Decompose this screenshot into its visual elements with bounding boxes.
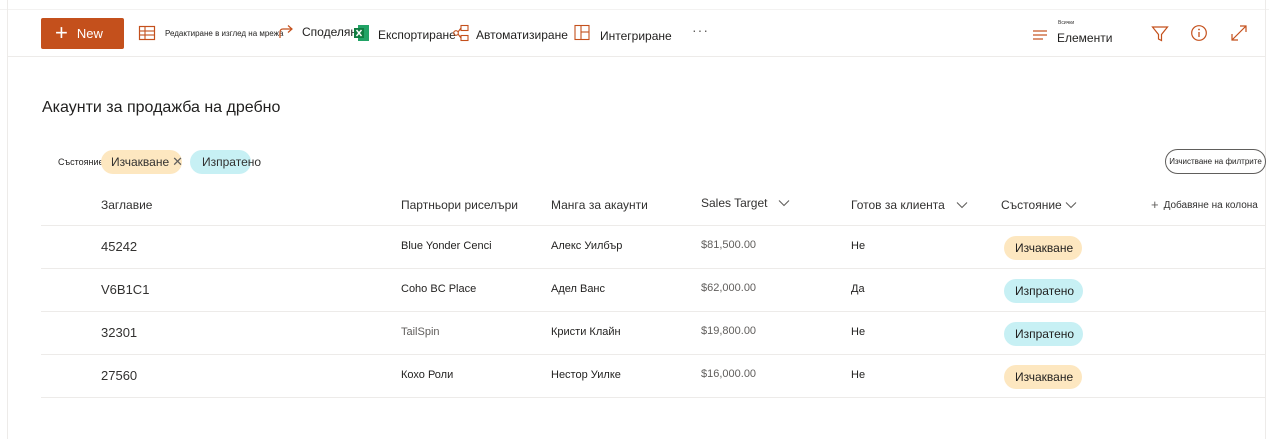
filter-label: Състояние: bbox=[58, 157, 107, 167]
column-header-label: Състояние bbox=[1001, 198, 1062, 212]
column-header-label: Sales Target bbox=[701, 196, 768, 210]
cell-partner: Coho BC Place bbox=[401, 283, 477, 295]
cell-sales-target: $81,500.00 bbox=[701, 239, 757, 251]
column-header-sales-target[interactable]: Sales Target bbox=[701, 196, 790, 210]
view-small-label: Всички bbox=[1058, 20, 1075, 26]
excel-icon bbox=[354, 25, 369, 41]
cell-manager: Нестор Уилке bbox=[551, 369, 621, 381]
expand-icon bbox=[1231, 25, 1247, 41]
export-label: Експортиране bbox=[378, 28, 456, 42]
view-selector[interactable]: Всички Елементи bbox=[1032, 20, 1113, 47]
share-icon bbox=[279, 25, 293, 38]
add-column-label: Добавяне на колона bbox=[1163, 200, 1258, 211]
cell-sales-target: $19,800.00 bbox=[701, 325, 757, 337]
clear-filters-button[interactable]: Изчистване на филтрите bbox=[1165, 149, 1266, 174]
cell-title[interactable]: 27560 bbox=[101, 368, 137, 383]
info-button[interactable] bbox=[1190, 24, 1208, 47]
automate-button[interactable]: Автоматизиране bbox=[452, 23, 568, 42]
cell-manager: Кристи Клайн bbox=[551, 326, 621, 338]
info-icon bbox=[1191, 25, 1207, 41]
column-header-partners[interactable]: Партньори риселъри bbox=[401, 198, 518, 212]
export-button[interactable]: Експортиране bbox=[354, 24, 456, 42]
filter-icon bbox=[1151, 26, 1169, 42]
edit-grid-label: Редактиране в изглед на мрежа bbox=[165, 28, 284, 38]
command-bar: + New Редактиране в изглед на мрежа Спод… bbox=[8, 11, 1265, 57]
column-header-title[interactable]: Заглавие bbox=[101, 198, 152, 212]
left-rail bbox=[0, 0, 8, 439]
filter-button[interactable] bbox=[1151, 25, 1169, 48]
top-border bbox=[0, 0, 1269, 10]
plus-icon: + bbox=[1151, 197, 1159, 212]
status-badge: Изпратено bbox=[1004, 322, 1084, 346]
integrate-button[interactable]: Интегриране bbox=[574, 23, 672, 43]
plus-icon: + bbox=[55, 19, 68, 45]
chevron-down-icon bbox=[1065, 202, 1077, 209]
status-badge: Изчакване bbox=[1004, 236, 1083, 260]
column-header-manager[interactable]: Мангa за акаунти bbox=[551, 198, 648, 212]
more-button[interactable]: ··· bbox=[692, 22, 709, 38]
column-header-ready[interactable]: Готов за клиента bbox=[851, 198, 968, 212]
cell-title[interactable]: V6B1C1 bbox=[101, 282, 149, 297]
integrate-label: Интегриране bbox=[600, 29, 672, 43]
share-button[interactable]: Споделяне bbox=[278, 23, 364, 41]
new-button-label: New bbox=[76, 26, 103, 41]
chevron-down-icon bbox=[956, 202, 968, 209]
filter-pill-label: Изчакване bbox=[111, 155, 170, 169]
cell-ready: Не bbox=[851, 326, 866, 338]
table-row[interactable]: 45242 Blue Yonder Cenci Алекс Уилбър $81… bbox=[41, 226, 1265, 269]
status-badge: Изпратено bbox=[1004, 279, 1084, 303]
scrollbar[interactable] bbox=[1265, 0, 1269, 439]
cell-sales-target: $16,000.00 bbox=[701, 368, 757, 380]
cell-title[interactable]: 45242 bbox=[101, 239, 137, 254]
column-header-status[interactable]: Състояние bbox=[1001, 198, 1077, 212]
edit-grid-button[interactable]: Редактиране в изглед на мрежа bbox=[138, 24, 283, 42]
page-title: Акаунти за продажба на дребно bbox=[42, 99, 281, 116]
column-header-label: Заглавие bbox=[101, 198, 153, 212]
view-options-icon bbox=[1033, 30, 1047, 40]
chevron-down-icon bbox=[778, 200, 789, 207]
cell-ready: Не bbox=[851, 369, 866, 381]
table-row[interactable]: 32301 TailSpin Кристи Клайн $19,800.00 Н… bbox=[41, 312, 1265, 355]
column-header-label: Готов за клиента bbox=[851, 198, 945, 212]
table-row[interactable]: V6B1C1 Coho BC Place Адел Ванс $62,000.0… bbox=[41, 269, 1265, 312]
automate-label: Автоматизиране bbox=[476, 28, 568, 42]
cell-ready: Да bbox=[851, 283, 865, 295]
table-row[interactable]: 27560 Кохо Роли Нестор Уилке $16,000.00 … bbox=[41, 355, 1265, 398]
cell-partner: Кохо Роли bbox=[401, 369, 454, 381]
filter-pill-sent[interactable]: Изпратено bbox=[190, 150, 261, 174]
grid-icon bbox=[138, 25, 156, 41]
cell-manager: Адел Ванс bbox=[551, 283, 606, 295]
integrate-icon bbox=[574, 24, 590, 41]
expand-button[interactable] bbox=[1230, 24, 1248, 47]
filter-pill-label: Изпратено bbox=[202, 155, 262, 169]
add-column-button[interactable]: + Добавяне на колона bbox=[1151, 197, 1258, 212]
cell-manager: Алекс Уилбър bbox=[551, 240, 623, 252]
new-button[interactable]: + New bbox=[41, 18, 124, 49]
cell-partner: Blue Yonder Cenci bbox=[401, 240, 492, 252]
column-header-label: Партньори риселъри bbox=[401, 198, 518, 212]
cell-title[interactable]: 32301 bbox=[101, 325, 137, 340]
status-badge: Изчакване bbox=[1004, 365, 1083, 389]
column-header-label: Мангa за акаунти bbox=[551, 198, 648, 212]
more-icon: ··· bbox=[692, 22, 709, 38]
view-label: Елементи bbox=[1057, 31, 1113, 45]
cell-sales-target: $62,000.00 bbox=[701, 282, 757, 294]
close-icon[interactable]: ✕ bbox=[172, 154, 183, 170]
cell-partner: TailSpin bbox=[401, 326, 440, 338]
cell-ready: Не bbox=[851, 240, 866, 252]
automate-icon bbox=[453, 24, 469, 41]
filter-pill-pending[interactable]: Изчакване ✕ bbox=[101, 150, 183, 174]
